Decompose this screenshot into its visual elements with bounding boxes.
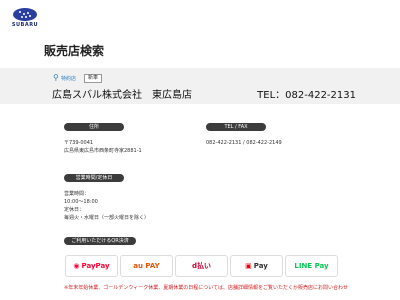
hours-line: 定休日： [64, 207, 85, 213]
store-name: 広島スバル株式会社 東広島店 [52, 90, 192, 101]
aupay-logo: au PAY [120, 255, 173, 277]
map-pin-icon: ⚲ [53, 73, 59, 82]
postal-code: 〒739-0041 [64, 140, 94, 146]
holiday-note: ※年末年始休業、ゴールデンウィーク休業、夏期休業の日程については、店舗詳細情報を… [64, 285, 348, 291]
subaru-logo[interactable]: SUBARU [8, 8, 42, 28]
store-tel[interactable]: TEL：082-422-2131 [257, 86, 356, 101]
site-header: SUBARU [0, 0, 400, 34]
address-label: 住所 [64, 123, 124, 131]
hours-line: 10:00～18:00 [64, 199, 98, 205]
rakuten-pay-logo: ▣ Pay [230, 255, 283, 277]
page-title: 販売店検索 [44, 44, 105, 58]
hours-line: 営業時間： [64, 191, 90, 197]
store-type: 特約店 [61, 75, 77, 82]
logo-text: SUBARU [11, 22, 39, 28]
address-text: 広島県東広島市西条町寺家2881-1 [64, 148, 142, 154]
telfax-label: TEL / FAX [206, 123, 266, 131]
rakuten-r-icon: ▣ [245, 262, 252, 270]
status-badge: 新車 [84, 73, 103, 83]
store-meta: ⚲ 特約店 新車 [53, 73, 103, 83]
pleiades-icon [13, 8, 37, 21]
hours-line: 毎週火・水曜日（一部火曜日を除く） [64, 215, 150, 221]
telfax-text: 082-422-2131 / 082-422-2149 [206, 140, 282, 146]
hours-label: 営業時間/定休日 [64, 174, 124, 182]
paypay-logo: ◉ PayPay [65, 255, 118, 277]
paypay-icon: ◉ [73, 262, 80, 270]
dbarai-logo: d払い [175, 255, 228, 277]
payment-label: ご利用いただけるQR決済 [64, 237, 136, 245]
linepay-logo: LINE Pay [285, 255, 338, 277]
